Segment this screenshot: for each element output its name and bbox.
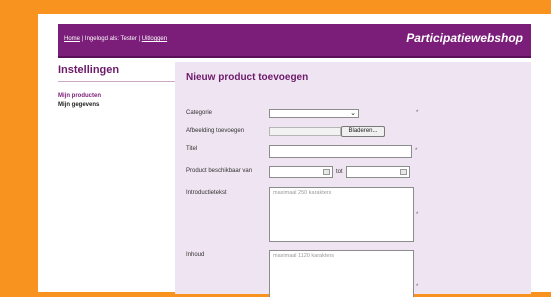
content-label: Inhoud	[186, 252, 205, 258]
title-input[interactable]	[269, 145, 412, 158]
date-to-input[interactable]	[346, 166, 410, 178]
date-separator: tot	[336, 169, 343, 175]
sidebar-title: Instellingen	[58, 64, 120, 76]
category-select[interactable]: ⌄	[269, 109, 359, 118]
image-label: Afbeelding toevoegen	[186, 128, 245, 134]
logout-link[interactable]: Uitloggen	[142, 36, 167, 42]
sidebar: Instellingen Mijn producten Mijn gegeven…	[58, 62, 176, 108]
header-links: Home | Ingelogd als: Tester | Uitloggen	[64, 36, 167, 42]
site-header: Home | Ingelogd als: Tester | Uitloggen …	[58, 24, 531, 58]
sidebar-item-mijn-gegevens[interactable]: Mijn gegevens	[58, 102, 176, 108]
content-textarea[interactable]: maximaal 1120 karakters	[269, 250, 414, 297]
intro-textarea[interactable]: maximaal 250 karakters	[269, 187, 414, 242]
brand-title: Participatiewebshop	[406, 31, 523, 45]
product-form-panel: Nieuw product toevoegen Categorie ⌄ * Af…	[175, 62, 531, 297]
intro-label: Introductietekst	[186, 190, 227, 196]
login-status: | Ingelogd als: Tester |	[80, 36, 142, 42]
image-file-field[interactable]	[269, 127, 341, 136]
required-marker: *	[416, 110, 419, 116]
title-label: Titel	[186, 146, 198, 152]
calendar-icon[interactable]	[323, 169, 330, 175]
home-link[interactable]: Home	[64, 36, 80, 42]
availability-label: Product beschikbaar van	[186, 168, 253, 174]
page-title: Nieuw product toevoegen	[186, 72, 309, 83]
category-label: Categorie	[186, 110, 213, 116]
page: Home | Ingelogd als: Tester | Uitloggen …	[38, 14, 551, 297]
calendar-icon[interactable]	[400, 169, 407, 175]
required-marker: *	[416, 212, 419, 218]
required-marker: *	[416, 284, 419, 290]
date-from-input[interactable]	[269, 166, 333, 178]
chevron-down-icon: ⌄	[350, 110, 356, 117]
sidebar-divider	[58, 81, 176, 82]
required-marker: *	[415, 148, 418, 154]
browse-button[interactable]: Bladeren...	[341, 126, 385, 137]
sidebar-item-mijn-producten[interactable]: Mijn producten	[58, 93, 176, 99]
